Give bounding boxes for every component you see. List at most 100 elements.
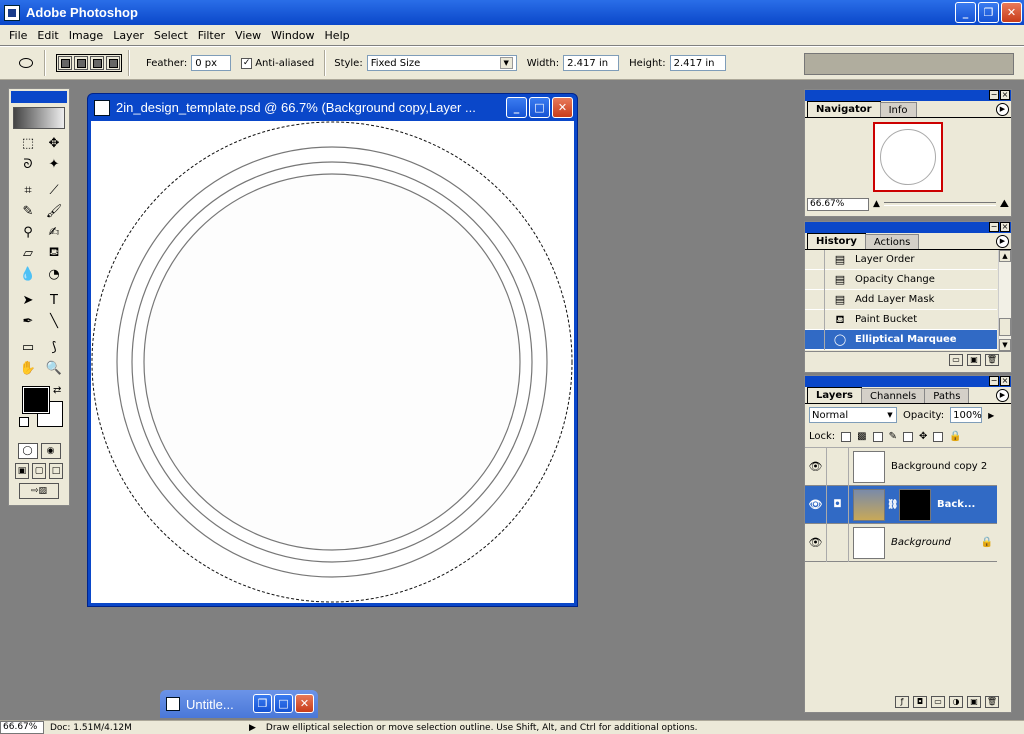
zoom-out-icon[interactable]: ▲: [873, 199, 880, 209]
minimize-button[interactable]: _: [955, 2, 976, 23]
tab-actions[interactable]: Actions: [864, 234, 920, 249]
palette-minimize-button[interactable]: −: [989, 222, 999, 232]
palette-close-button[interactable]: ×: [1000, 376, 1010, 386]
palette-close-button[interactable]: ×: [1000, 222, 1010, 232]
doc-minimize-button[interactable]: _: [506, 97, 527, 118]
menu-help[interactable]: Help: [320, 29, 355, 42]
lock-position-checkbox[interactable]: [903, 431, 914, 442]
type-icon[interactable]: T: [43, 290, 65, 311]
document-canvas[interactable]: [91, 121, 574, 603]
mask-link-icon[interactable]: ⛓: [887, 500, 898, 510]
tab-channels[interactable]: Channels: [861, 388, 926, 403]
scroll-thumb[interactable]: [999, 318, 1011, 336]
lasso-icon[interactable]: ᘐ: [17, 154, 39, 175]
tool-preset-picker[interactable]: [14, 51, 38, 75]
close-button[interactable]: ✕: [1001, 2, 1022, 23]
minimized-document-window[interactable]: Untitle... ❐ □ ✕: [160, 690, 318, 718]
eraser-icon[interactable]: ▱: [17, 243, 39, 264]
history-state-row[interactable]: ▤ Layer Order: [805, 250, 997, 270]
document-icon[interactable]: [166, 697, 180, 711]
eyedropper-icon[interactable]: ⟆: [43, 337, 65, 358]
visibility-eye-icon[interactable]: 👁: [805, 523, 827, 562]
restore-button[interactable]: ❐: [978, 2, 999, 23]
width-input[interactable]: 2.417 in: [563, 55, 620, 71]
tab-layers[interactable]: Layers: [807, 387, 862, 403]
menu-view[interactable]: View: [230, 29, 266, 42]
layer-row[interactable]: 👁 ◘ ⛓ Back...: [805, 485, 997, 524]
palette-minimize-button[interactable]: −: [989, 90, 999, 100]
palette-menu-icon[interactable]: ▶: [996, 103, 1009, 116]
history-source-cell[interactable]: [805, 269, 825, 290]
doc-close-button[interactable]: ✕: [552, 97, 573, 118]
new-layer-icon[interactable]: ▣: [967, 696, 981, 708]
history-state-row[interactable]: ▤ Add Layer Mask: [805, 289, 997, 310]
lock-all-checkbox[interactable]: [933, 431, 944, 442]
zoom-icon[interactable]: 🔍: [43, 358, 65, 379]
tab-navigator[interactable]: Navigator: [807, 101, 881, 117]
clone-stamp-icon[interactable]: ⚲: [17, 222, 39, 243]
menu-edit[interactable]: Edit: [32, 29, 63, 42]
full-screen-button[interactable]: □: [49, 463, 63, 479]
photoshop-app-icon[interactable]: [4, 4, 20, 21]
history-brush-icon[interactable]: ✍: [43, 222, 65, 243]
menu-file[interactable]: File: [4, 29, 32, 42]
maximize-button[interactable]: □: [274, 694, 293, 713]
scroll-down-icon[interactable]: ▼: [999, 339, 1011, 351]
history-source-cell[interactable]: [805, 289, 825, 310]
layer-style-icon[interactable]: ƒ: [895, 696, 909, 708]
palette-menu-icon[interactable]: ▶: [996, 235, 1009, 248]
palette-close-button[interactable]: ×: [1000, 90, 1010, 100]
paint-bucket-icon[interactable]: ⛾: [43, 243, 65, 264]
menu-image[interactable]: Image: [64, 29, 108, 42]
scroll-up-icon[interactable]: ▲: [999, 250, 1011, 262]
standard-screen-button[interactable]: ▣: [15, 463, 29, 479]
palette-titlebar[interactable]: − ×: [805, 222, 1011, 233]
new-selection-button[interactable]: [58, 56, 72, 70]
trash-icon[interactable]: 🗑: [985, 354, 999, 366]
notes-icon[interactable]: ▭: [17, 337, 39, 358]
dodge-icon[interactable]: ◔: [43, 264, 65, 285]
new-document-from-state-icon[interactable]: ▭: [949, 354, 963, 366]
antialias-checkbox[interactable]: ✓: [241, 57, 253, 69]
add-to-selection-button[interactable]: [74, 56, 88, 70]
history-state-row[interactable]: ◯ Elliptical Marquee: [805, 329, 997, 350]
restore-button[interactable]: ❐: [253, 694, 272, 713]
jump-to-imageready-button[interactable]: ⇨▨: [19, 483, 59, 499]
document-icon[interactable]: [94, 99, 110, 116]
rect-marquee-icon[interactable]: ⬚: [17, 133, 39, 154]
history-source-cell[interactable]: [805, 309, 825, 330]
magic-wand-icon[interactable]: ✦: [43, 154, 65, 175]
swap-colors-icon[interactable]: ⇄: [53, 385, 61, 396]
palette-well[interactable]: [804, 53, 1014, 75]
toolbox-titlebar[interactable]: [11, 91, 67, 103]
tab-info[interactable]: Info: [879, 102, 917, 117]
pen-icon[interactable]: ✒: [17, 311, 39, 332]
full-screen-menu-button[interactable]: ▢: [32, 463, 46, 479]
crop-icon[interactable]: ⌗: [17, 180, 39, 201]
menu-layer[interactable]: Layer: [108, 29, 149, 42]
move-icon[interactable]: ✥: [43, 133, 65, 154]
lock-transparency-checkbox[interactable]: [841, 431, 852, 442]
opacity-input[interactable]: 100%: [950, 407, 983, 423]
palette-menu-icon[interactable]: ▶: [996, 389, 1009, 402]
slice-icon[interactable]: ⟋: [43, 180, 65, 201]
tab-paths[interactable]: Paths: [924, 388, 970, 403]
feather-input[interactable]: 0 px: [191, 55, 232, 71]
navigator-view-box[interactable]: [873, 122, 943, 192]
style-select[interactable]: Fixed Size ▼: [366, 55, 517, 71]
quick-mask-button[interactable]: ◉: [40, 443, 61, 459]
standard-mode-button[interactable]: ◯: [17, 443, 38, 459]
history-scrollbar[interactable]: ▲ ▼: [998, 250, 1011, 351]
brush-mask-icon[interactable]: ◘: [827, 485, 849, 524]
history-state-row[interactable]: ⛾ Paint Bucket: [805, 309, 997, 330]
status-zoom[interactable]: 66.67%: [0, 721, 44, 734]
new-snapshot-icon[interactable]: ▣: [967, 354, 981, 366]
opacity-slider-icon[interactable]: ▶: [988, 411, 994, 420]
healing-brush-icon[interactable]: ✎: [17, 201, 39, 222]
adobe-online-button[interactable]: [13, 107, 65, 129]
status-menu-arrow-icon[interactable]: ▶: [249, 723, 256, 733]
visibility-eye-icon[interactable]: 👁: [805, 447, 827, 486]
lock-image-checkbox[interactable]: [872, 431, 883, 442]
zoom-in-icon[interactable]: ⛰: [1000, 197, 1009, 211]
height-input[interactable]: 2.417 in: [669, 55, 726, 71]
